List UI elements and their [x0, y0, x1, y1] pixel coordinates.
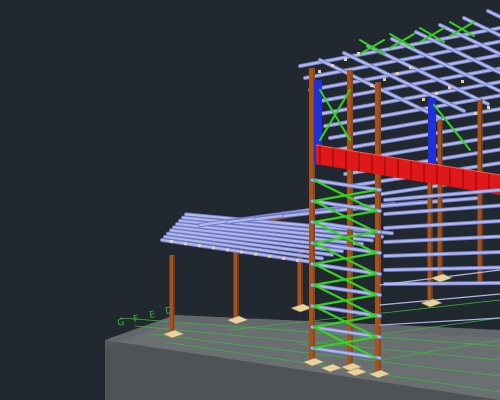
roof-bolt: [487, 106, 490, 109]
tower-brace: [312, 272, 378, 287]
canopy-bolt: [198, 244, 201, 248]
main-base-plate: [430, 273, 453, 283]
structural-steel-model[interactable]: GFED: [0, 0, 500, 400]
blue-column: [428, 98, 436, 170]
canopy-bolt: [296, 258, 299, 262]
canopy-bolt: [268, 254, 271, 258]
cad-3d-viewport[interactable]: GFED: [0, 0, 500, 400]
roof-bolt: [318, 70, 321, 73]
canopy-bolt: [212, 246, 215, 250]
roof-bolt: [383, 78, 386, 81]
canopy-bolt: [282, 256, 285, 260]
roof-bolt: [422, 98, 425, 101]
roof-bolt: [474, 112, 477, 115]
roof-bolt: [448, 86, 451, 89]
canopy-bolt: [184, 242, 187, 246]
roof-bolt: [357, 52, 360, 55]
canopy-bolt: [170, 240, 173, 243]
canopy-bolt: [254, 252, 257, 256]
wall-girt: [383, 281, 500, 286]
roof-purlin: [333, 121, 500, 152]
roof-bolt: [344, 58, 347, 61]
grid-label: F: [133, 314, 140, 325]
wall-girt-low: [379, 317, 500, 326]
tower-brace: [312, 293, 378, 308]
grid-label: G: [117, 318, 126, 329]
roof-bolt: [331, 64, 334, 67]
grid-label: E: [149, 310, 157, 321]
roof-bolt: [435, 92, 438, 95]
roof-bolt: [370, 84, 373, 87]
roof-bolt: [409, 66, 412, 69]
canopy-bolt: [240, 250, 243, 254]
canopy-bolt: [226, 248, 229, 252]
roof-bolt: [461, 80, 464, 83]
canopy-base-plate: [290, 303, 313, 313]
roof-bolt: [396, 72, 399, 75]
